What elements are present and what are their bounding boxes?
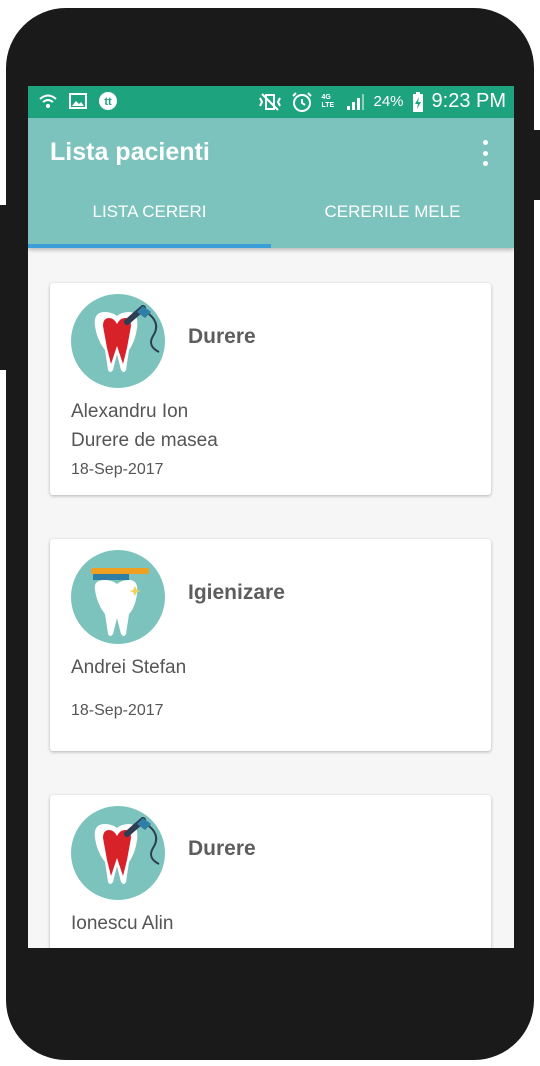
tooth-brush-icon [71,550,165,644]
network-type-label: 4G LTE [321,93,335,109]
screen: tt 4G LTE 24% 9:23 PM Lista pacienti LIS… [28,86,514,948]
signal-icon [347,93,365,110]
app-bar: Lista pacienti LISTA CERERI CERERILE MEL… [28,118,514,248]
alarm-icon [292,91,313,112]
tooth-drill-icon [71,294,165,388]
request-type: Durere [188,837,256,860]
image-icon [69,93,87,109]
battery-charging-icon [412,91,423,112]
phone-side-button [0,205,8,370]
patient-name: Alexandru Ion [71,401,189,422]
wifi-icon [39,94,57,108]
request-date: 18-Sep-2017 [71,702,164,719]
status-bar: tt 4G LTE 24% 9:23 PM [28,86,514,118]
tab-lista-cereri[interactable]: LISTA CERERI [28,182,271,248]
svg-text:tt: tt [104,96,112,108]
app-notification-icon: tt [99,92,117,110]
request-list: Durere Alexandru Ion Durere de masea 18-… [28,248,514,948]
vibrate-icon [259,92,282,111]
request-card[interactable]: Durere Ionescu Alin [50,795,491,948]
patient-name: Andrei Stefan [71,657,187,678]
request-description: Durere de masea [71,430,218,451]
tooth-drill-icon [71,806,165,900]
phone-side-button [532,130,540,200]
patient-name: Ionescu Alin [71,913,174,934]
request-type: Durere [188,325,256,348]
request-card[interactable]: Durere Alexandru Ion Durere de masea 18-… [50,283,491,495]
clock: 9:23 PM [431,90,506,112]
tab-cererile-mele[interactable]: CERERILE MELE [271,182,514,248]
request-card[interactable]: Igienizare Andrei Stefan 18-Sep-2017 [50,539,491,751]
page-title: Lista pacienti [50,138,210,166]
overflow-menu-icon[interactable] [480,140,490,166]
battery-percent: 24% [373,93,404,110]
tab-bar: LISTA CERERI CERERILE MELE [28,182,514,248]
request-type: Igienizare [188,581,285,604]
request-date: 18-Sep-2017 [71,461,164,478]
